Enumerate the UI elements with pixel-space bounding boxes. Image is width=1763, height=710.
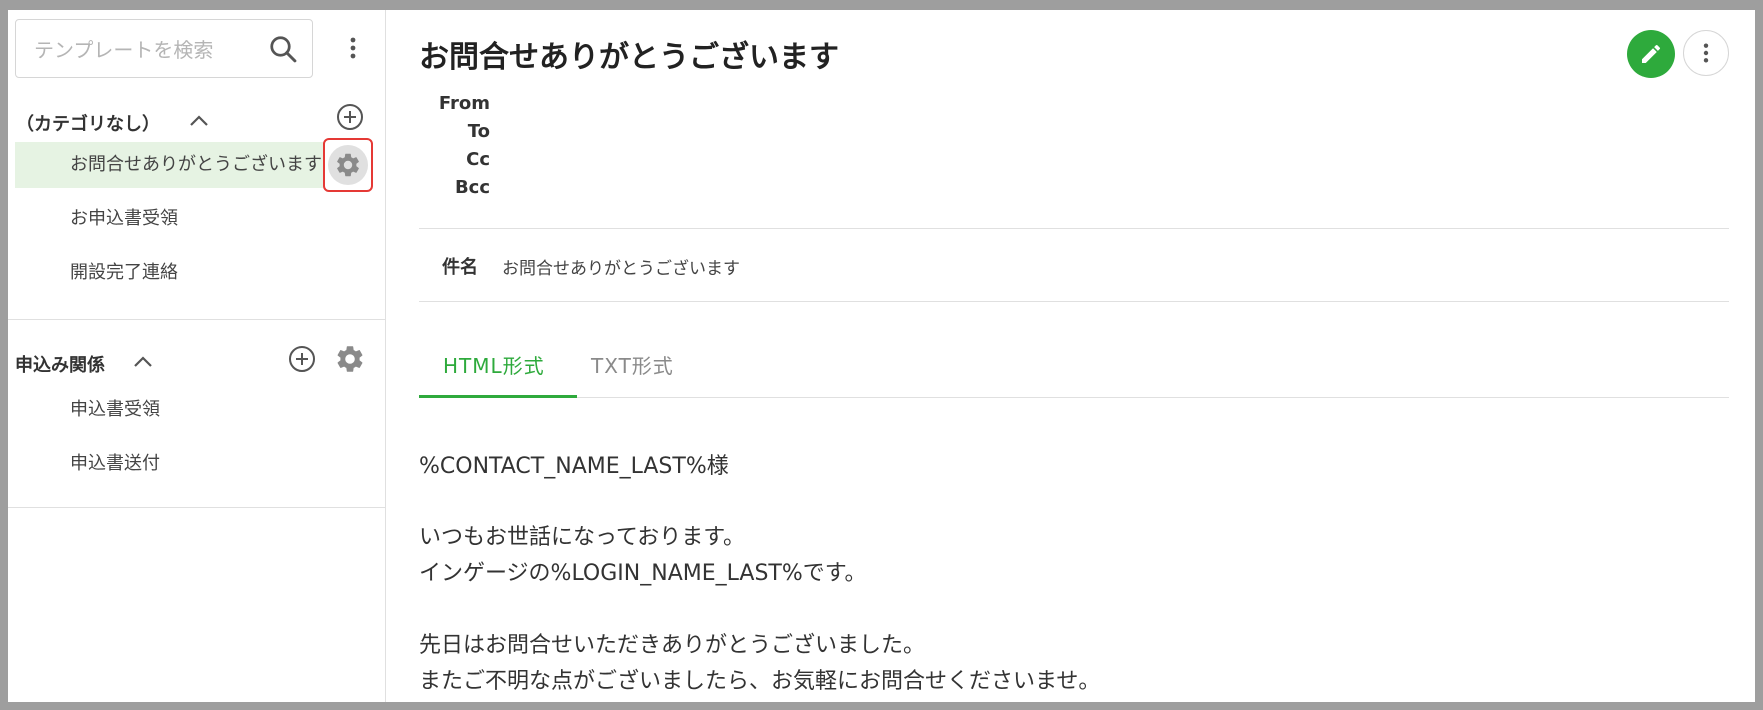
subject-label: 件名	[442, 257, 478, 278]
chevron-up-icon[interactable]	[188, 114, 210, 128]
template-item[interactable]: 開設完了連絡	[15, 250, 332, 296]
add-template-button[interactable]	[334, 101, 366, 133]
divider	[419, 228, 1729, 229]
divider	[8, 319, 385, 320]
from-label: From	[438, 93, 490, 114]
template-item-label: 開設完了連絡	[70, 262, 178, 283]
template-item[interactable]: 申込書受領	[15, 387, 332, 433]
cc-label: Cc	[466, 149, 490, 170]
chevron-up-icon[interactable]	[132, 355, 154, 369]
body-line: インゲージの%LOGIN_NAME_LAST%です。	[419, 561, 867, 586]
divider	[8, 507, 385, 508]
template-item-label: 申込書送付	[70, 453, 160, 474]
template-item[interactable]: 申込書送付	[15, 441, 332, 487]
search-icon[interactable]	[268, 34, 298, 64]
category-title[interactable]: 申込み関係	[15, 351, 105, 377]
template-detail: お問合せありがとうございます From To Cc Bcc 件名 お問合せありが…	[386, 10, 1755, 702]
pencil-icon	[1642, 44, 1661, 63]
template-settings-button[interactable]	[323, 138, 373, 192]
tab-html[interactable]: HTML形式	[443, 350, 545, 379]
app-frame: （カテゴリなし） お問合せありがとうございます お申込書受領 開設完了連絡	[8, 10, 1755, 702]
gear-icon	[337, 153, 359, 177]
tab-txt[interactable]: TXT形式	[591, 350, 674, 379]
page-title: お問合せありがとうございます	[419, 40, 839, 75]
category-title[interactable]: （カテゴリなし）	[16, 110, 160, 136]
edit-button[interactable]	[1627, 30, 1675, 78]
template-item-label: お申込書受領	[70, 208, 178, 229]
template-sidebar: （カテゴリなし） お問合せありがとうございます お申込書受領 開設完了連絡	[8, 10, 386, 702]
more-options-button[interactable]	[1683, 30, 1729, 76]
bcc-label: Bcc	[454, 177, 490, 198]
kebab-menu-icon	[350, 37, 356, 59]
subject-value: お問合せありがとうございます	[502, 259, 740, 279]
body-line: %CONTACT_NAME_LAST%様	[419, 454, 729, 479]
search-input[interactable]	[32, 34, 256, 66]
category-settings-button[interactable]	[334, 343, 366, 375]
template-item-label: お問合せありがとうございます	[70, 154, 322, 175]
body-line: またご不明な点がございましたら、お気軽にお問合せくださいませ。	[419, 669, 1101, 694]
to-label: To	[467, 121, 490, 142]
body-line: 先日はお問合せいただきありがとうございました。	[419, 633, 926, 658]
active-tab-indicator	[419, 395, 577, 398]
body-line: いつもお世話になっております。	[419, 525, 746, 550]
search-box[interactable]	[15, 19, 313, 78]
template-item-label: 申込書受領	[70, 399, 160, 420]
divider	[419, 301, 1729, 302]
add-template-button[interactable]	[286, 343, 318, 375]
kebab-menu-icon	[1703, 43, 1709, 63]
template-item[interactable]: お申込書受領	[15, 196, 332, 242]
tab-bar-divider	[419, 397, 1729, 398]
sidebar-menu-button[interactable]	[341, 32, 365, 64]
template-item[interactable]: お問合せありがとうございます	[15, 142, 332, 188]
